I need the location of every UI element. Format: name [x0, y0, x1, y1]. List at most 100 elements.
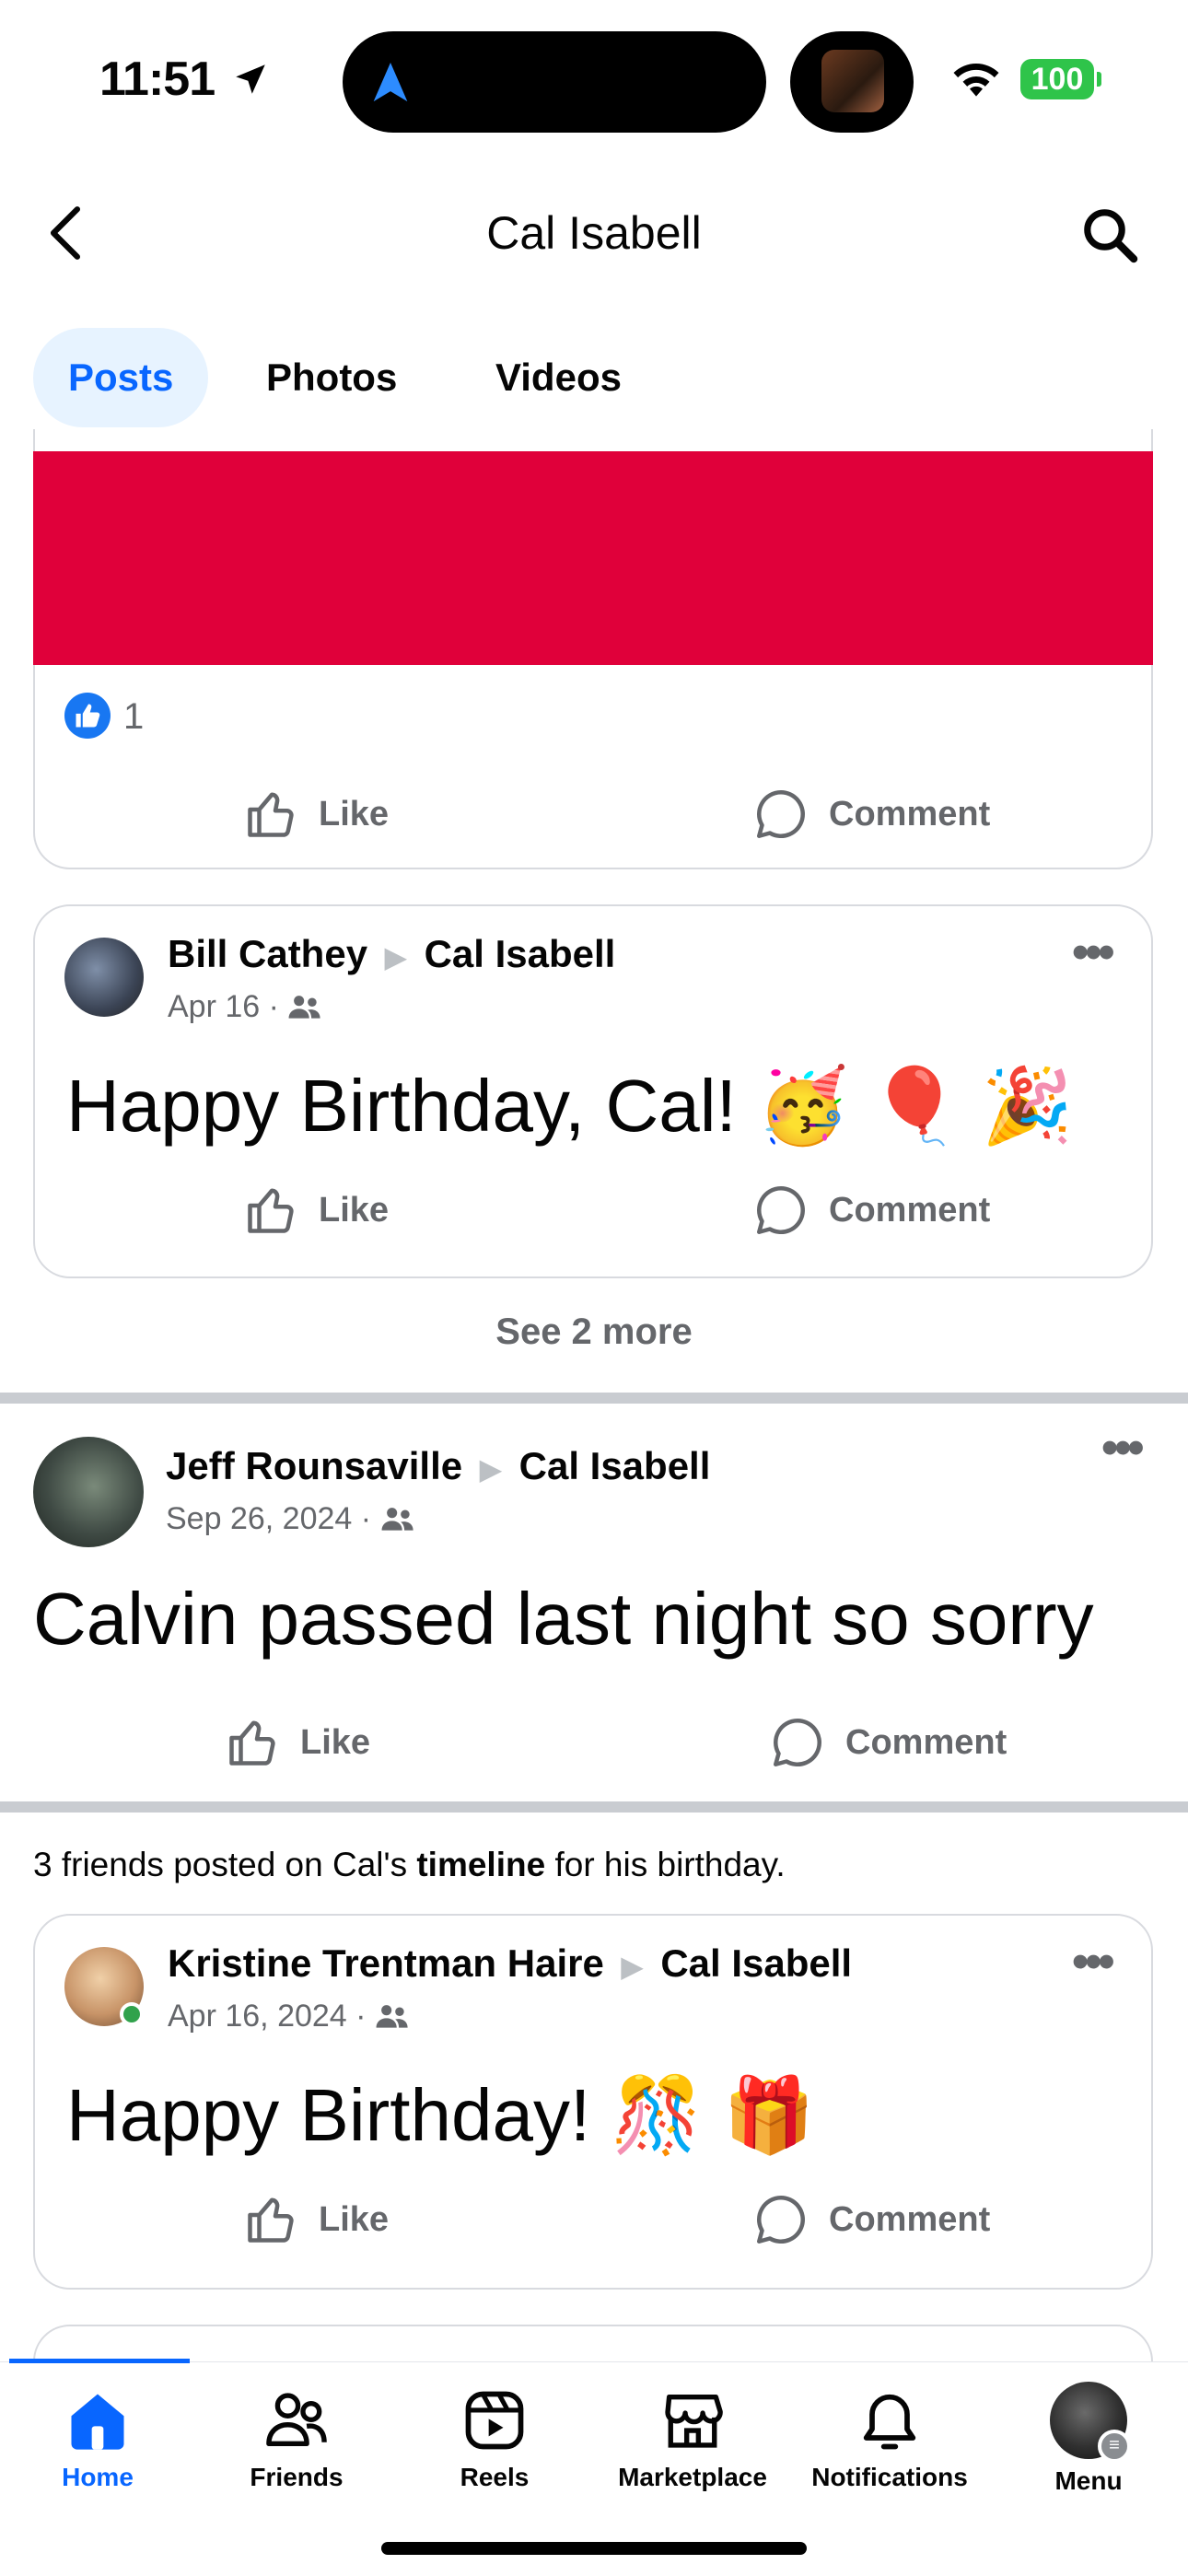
post-text: Calvin passed last night so sorry [33, 1578, 1094, 1660]
page-title: Cal Isabell [486, 207, 702, 259]
like-button[interactable]: Like [243, 2192, 389, 2247]
post-card: Kristine Trentman Haire ▶ Cal Isabell Ap… [33, 1914, 1153, 2290]
nav-label: Reels [460, 2463, 530, 2491]
reels-icon [465, 2391, 524, 2450]
post-header: Kristine Trentman Haire ▶ Cal Isabell [168, 1941, 852, 1986]
online-status-indicator [120, 2002, 144, 2026]
home-icon [71, 2394, 124, 2450]
timeline-link[interactable]: timeline [416, 1846, 545, 1883]
post-card: Bill Cathey ▶ Cal Isabell Apr 16 · ••• H… [33, 904, 1153, 1278]
avatar[interactable] [33, 1437, 144, 1547]
like-button[interactable]: Like [225, 1715, 370, 1770]
thumbs-up-icon [248, 2197, 294, 2243]
more-options-icon[interactable]: ••• [1072, 925, 1115, 980]
comment-bubble-icon [757, 790, 805, 838]
nav-label: Menu [1054, 2466, 1123, 2495]
nav-marketplace[interactable]: Marketplace [600, 2385, 785, 2492]
post-date[interactable]: Apr 16 [168, 989, 260, 1024]
post-date[interactable]: Apr 16, 2024 [168, 1999, 347, 2034]
comment-label: Comment [829, 2199, 991, 2239]
post-date[interactable]: Sep 26, 2024 [166, 1501, 352, 1536]
comment-button[interactable]: Comment [753, 787, 990, 842]
arrow-right-icon: ▶ [479, 1452, 503, 1486]
comment-label: Comment [829, 794, 991, 833]
navigation-arrow-icon [373, 63, 408, 102]
like-label: Like [319, 1190, 390, 1230]
section-divider [0, 1801, 1188, 1813]
section-divider [0, 1393, 1188, 1404]
avatar[interactable] [64, 1947, 144, 2026]
tab-posts[interactable]: Posts [33, 328, 209, 427]
status-time: 11:51 [99, 52, 270, 107]
author-name[interactable]: Jeff Rounsaville [166, 1444, 462, 1487]
search-icon[interactable] [1079, 204, 1140, 265]
comment-bubble-icon [757, 1186, 805, 1234]
friends-audience-icon [376, 2005, 408, 2028]
tab-videos[interactable]: Videos [495, 328, 622, 427]
friends-audience-icon [381, 1508, 413, 1531]
target-name[interactable]: Cal Isabell [660, 1941, 852, 1985]
nav-label: Marketplace [618, 2463, 767, 2491]
comment-label: Comment [845, 1722, 1007, 1762]
comment-bubble-icon [757, 2196, 805, 2244]
nav-menu[interactable]: ≡ Menu [996, 2382, 1181, 2496]
post-image[interactable] [33, 451, 1153, 665]
arrow-right-icon: ▶ [621, 1950, 644, 1983]
wifi-icon [953, 63, 999, 97]
reaction-count: 1 [123, 696, 145, 737]
like-reaction-icon [64, 693, 111, 739]
arrow-right-icon: ▶ [384, 940, 408, 973]
author-name[interactable]: Kristine Trentman Haire [168, 1941, 604, 1985]
comment-button[interactable]: Comment [753, 2192, 990, 2247]
post-header: Bill Cathey ▶ Cal Isabell [168, 932, 615, 976]
nav-label: Home [62, 2463, 134, 2491]
thumbs-up-icon [248, 1188, 294, 1233]
like-button[interactable]: Like [243, 787, 389, 842]
target-name[interactable]: Cal Isabell [519, 1444, 711, 1487]
nav-home[interactable]: Home [6, 2385, 190, 2492]
dynamic-island [343, 31, 766, 133]
comment-button[interactable]: Comment [770, 1715, 1007, 1770]
post-meta: Apr 16 · [168, 989, 322, 1025]
menu-badge-icon: ≡ [1098, 2430, 1131, 2463]
birthday-summary: 3 friends posted on Cal's timeline for h… [33, 1846, 786, 1884]
post-card: 1 Like Comment [33, 429, 1153, 869]
nav-label: Friends [250, 2463, 344, 2491]
target-name[interactable]: Cal Isabell [425, 932, 616, 975]
more-options-icon[interactable]: ••• [1072, 1934, 1115, 1989]
post-header: Jeff Rounsaville ▶ Cal Isabell [166, 1444, 710, 1488]
tab-photos[interactable]: Photos [266, 328, 397, 427]
like-button[interactable]: Like [243, 1183, 389, 1238]
post-text: Happy Birthday, Cal! 🥳 🎈 🎉 [66, 1065, 1074, 1147]
location-arrow-icon [235, 64, 265, 94]
nav-friends[interactable]: Friends [204, 2385, 389, 2492]
post-text: Happy Birthday! 🎊 🎁 [66, 2074, 815, 2156]
friends-audience-icon [289, 996, 321, 1019]
avatar[interactable] [64, 938, 144, 1017]
comment-button[interactable]: Comment [753, 1183, 990, 1238]
thumbs-up-icon [229, 1720, 275, 1766]
friends-icon [266, 2393, 327, 2447]
see-more-button[interactable]: See 2 more [0, 1311, 1188, 1353]
more-options-icon[interactable]: ••• [1101, 1420, 1145, 1475]
battery-indicator: 100 [1020, 59, 1101, 99]
post-meta: Sep 26, 2024 · [166, 1501, 415, 1537]
marketplace-icon [665, 2394, 723, 2448]
like-label: Like [319, 794, 390, 833]
home-indicator [381, 2542, 807, 2555]
post-item: Jeff Rounsaville ▶ Cal Isabell Sep 26, 2… [0, 1404, 1188, 1801]
comment-bubble-icon [774, 1719, 821, 1766]
comment-label: Comment [829, 1190, 991, 1230]
like-label: Like [319, 2199, 390, 2239]
nav-notifications[interactable]: Notifications [798, 2385, 982, 2492]
nav-reels[interactable]: Reels [402, 2385, 587, 2492]
bell-icon [863, 2394, 916, 2450]
thumbs-up-icon [248, 792, 294, 837]
summary-prefix: 3 friends posted on Cal's [33, 1846, 417, 1883]
now-playing-thumbnail [821, 50, 884, 112]
like-label: Like [300, 1722, 371, 1762]
active-tab-indicator [9, 2359, 190, 2363]
author-name[interactable]: Bill Cathey [168, 932, 367, 975]
summary-suffix: for his birthday. [545, 1846, 786, 1883]
nav-label: Notifications [811, 2463, 968, 2491]
